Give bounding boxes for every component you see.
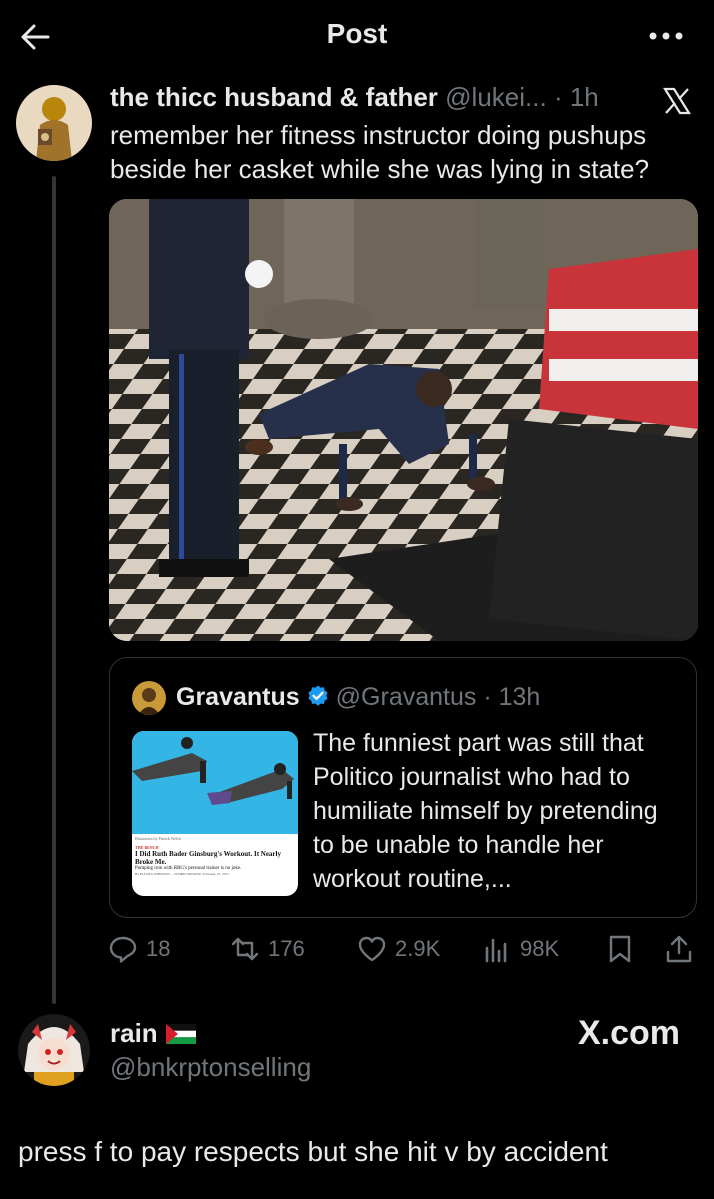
quote-author-handle[interactable]: @Gravantus	[336, 683, 477, 711]
reply-author-line: rain	[110, 1018, 196, 1049]
views-chart-icon	[485, 938, 507, 963]
page-title: Post	[326, 18, 388, 49]
repost-count: 176	[268, 936, 305, 961]
quote-time: · 13h	[483, 683, 541, 711]
verified-badge-icon	[308, 685, 328, 706]
like-button[interactable]: 2.9K	[357, 934, 440, 964]
reply-author-avatar[interactable]	[18, 1014, 90, 1086]
author-name[interactable]: the thicc husband & father	[110, 82, 438, 112]
thumb-byline: By ELIANA JOHNSON ... SCHRECKINGER | Feb…	[135, 872, 230, 876]
quote-thumbnail-image[interactable]: Illustration by Patrick Welsh THE BENCH …	[132, 731, 298, 896]
more-options-icon[interactable]	[648, 30, 684, 42]
post-text: remember her fitness instructor doing pu…	[110, 120, 650, 184]
views-count: 98K	[520, 936, 560, 961]
author-avatar[interactable]	[16, 85, 92, 161]
bookmark-icon	[609, 935, 631, 963]
reply-icon	[109, 936, 137, 963]
repost-icon	[231, 937, 259, 961]
reply-text: press f to pay respects but she hit v by…	[18, 1136, 608, 1167]
post-time: · 1h	[553, 82, 599, 112]
heart-icon	[358, 936, 386, 962]
x-com-watermark: X.com	[577, 1014, 680, 1052]
thumb-credit: Illustration by Patrick Welsh	[135, 836, 181, 841]
views-button[interactable]: 98K	[482, 934, 559, 964]
reply-button[interactable]: 18	[108, 934, 170, 964]
repost-button[interactable]: 176	[230, 934, 305, 964]
post-media-image[interactable]	[109, 199, 698, 641]
thread-connector-line	[52, 176, 56, 1004]
reply-author-name[interactable]: rain	[110, 1018, 158, 1048]
bookmark-button[interactable]	[605, 934, 643, 964]
quote-text: The funniest part was still that Politic…	[313, 729, 658, 893]
thumb-headline: I Did Ruth Bader Ginsburg's Workout. It …	[135, 850, 281, 866]
reply-author-handle[interactable]: @bnkrptonselling	[110, 1052, 311, 1083]
reply-count: 18	[146, 936, 171, 961]
share-icon	[666, 935, 692, 963]
share-button[interactable]	[664, 934, 702, 964]
post-author-line: the thicc husband & father @lukei... · 1…	[110, 82, 599, 113]
quote-author-name[interactable]: Gravantus	[176, 683, 300, 711]
palestine-flag-icon	[165, 1024, 196, 1044]
like-count: 2.9K	[395, 936, 441, 961]
x-logo-icon	[663, 87, 691, 115]
author-handle[interactable]: @lukei...	[445, 82, 547, 112]
quote-author-avatar[interactable]	[132, 681, 166, 715]
quote-author-line: Gravantus @Gravantus · 13h	[176, 683, 540, 712]
